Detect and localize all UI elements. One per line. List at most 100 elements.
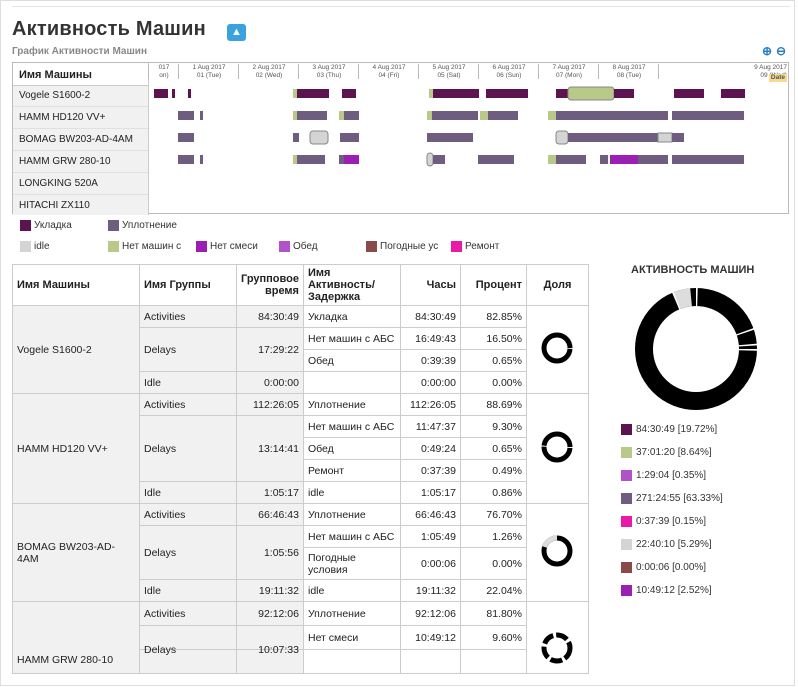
gantt-machine-label[interactable]: LONGKING 520A [13,173,148,195]
gantt-date: 3 Aug 2017 03 (Thu) [298,64,359,79]
summary-legend-item[interactable]: 37:01:20 [8.64%] [621,447,712,458]
legend-swatch [621,447,632,458]
hours-cell: 0:00:00 [399,371,461,394]
legend-swatch [108,220,119,231]
legend-swatch [20,241,31,252]
gantt-bar [344,133,359,142]
gantt-bar [339,155,344,164]
machine-cell: HAMM GRW 280-10 [12,601,140,674]
legend-swatch [621,562,632,573]
gantt-machine-label[interactable]: Vogele S1600-2 [13,85,148,107]
legend-label: 1:29:04 [0.35%] [636,470,707,481]
hours-cell: 1:05:49 [399,525,461,548]
group-cell: Delays [139,625,237,656]
share-donut [541,535,573,567]
group-cell: Idle [139,579,237,602]
gantt-bar [293,111,297,120]
legend-item[interactable]: Уплотнение [108,220,177,231]
group-cell: Activities [139,601,237,626]
gantt-bar [433,155,445,164]
hours-cell: 66:46:43 [399,503,461,526]
activity-cell: Нет смеси [302,625,401,650]
activity-table: Имя Машины Имя Группы Групповое время Им… [12,264,589,674]
legend-item[interactable]: Ремонт [451,241,499,252]
gantt-machine-label[interactable]: HAMM HD120 VV+ [13,107,148,129]
summary-legend-item[interactable]: 22:40:10 [5.29%] [621,539,712,550]
summary-legend-item[interactable]: 1:29:04 [0.35%] [621,470,706,481]
activity-cell: Нет машин с АБС [302,525,401,548]
gantt-bar [344,111,359,120]
col-header-share: Доля [525,264,589,306]
legend-label: Укладка [34,220,72,231]
hours-cell [399,649,461,674]
gantt-machine-label[interactable]: HITACHI ZX110 [13,195,148,217]
activity-cell: Уплотнение [302,601,401,626]
group-cell: Idle [139,371,237,394]
gantt-date: 5 Aug 2017 05 (Sat) [418,64,479,79]
col-header-group-time: Групповое время [236,264,304,306]
summary-legend-item[interactable]: 271:24:55 [63.33%] [621,493,723,504]
legend-item[interactable]: Обед [279,241,318,252]
legend-label: 271:24:55 [63.33%] [636,493,723,504]
machine-cell: Vogele S1600-2 [12,305,140,394]
hours-cell: 92:12:06 [399,601,461,626]
percent-cell: 88.69% [459,393,527,416]
chevron-up-icon[interactable]: ▲ [227,24,246,41]
gantt-names-header: Имя Машины [13,63,148,86]
percent-cell: 0.65% [459,349,527,372]
legend-item[interactable]: Нет смеси [196,241,258,252]
hours-cell: 19:11:32 [399,579,461,602]
group-cell: Activities [139,393,237,416]
gantt-bar [600,155,608,164]
gantt-bar [429,89,433,98]
group-time-cell: 0:00:00 [236,371,304,394]
legend-item[interactable]: Нет машин с [108,241,181,252]
machine-cell: BOMAG BW203-AD-4AM [12,503,140,602]
gantt-bar [178,155,194,164]
gantt-machine-label[interactable]: HAMM GRW 280-10 [13,151,148,173]
legend-label: 10:49:12 [2.52%] [636,585,712,596]
gantt-bar [486,89,528,98]
legend-item[interactable]: Погодные ус [366,241,438,252]
summary-legend-item[interactable]: 10:49:12 [2.52%] [621,585,712,596]
legend-label: 37:01:20 [8.64%] [636,447,712,458]
activity-cell: Нет машин с АБС [302,327,401,350]
percent-cell: 0.00% [459,547,527,580]
summary-legend-item[interactable]: 0:37:39 [0.15%] [621,516,706,527]
group-time-cell: 17:29:22 [236,327,304,372]
legend-swatch [621,470,632,481]
gantt-bar [339,111,344,120]
gantt-machine-label[interactable]: BOMAG BW203-AD-4AM [13,129,148,151]
gantt-bar [672,133,684,142]
legend-item[interactable]: idle [20,241,50,252]
legend-label: idle [34,241,50,252]
gantt-date: 8 Aug 2017 08 (Tue) [598,64,659,79]
gantt-bar [344,155,359,164]
gantt-bar [478,155,514,164]
group-cell: Delays [139,327,237,372]
activity-gantt: Имя Машины Vogele S1600-2 HAMM HD120 VV+… [12,62,789,217]
group-cell: Activities [139,503,237,526]
percent-cell: 9.60% [459,625,527,650]
percent-cell: 9.30% [459,415,527,438]
gantt-bar [297,155,325,164]
zoom-in-icon[interactable]: ⊕ [762,44,772,58]
gantt-bar [567,86,615,101]
activity-donut-chart [634,287,758,411]
gantt-bar [555,130,569,145]
legend-item[interactable]: Укладка [20,220,72,231]
group-cell: Idle [139,481,237,504]
gantt-bar [178,133,194,142]
group-time-cell: 66:46:43 [236,503,304,526]
zoom-out-icon[interactable]: ⊖ [776,44,786,58]
gantt-date-flag: Date [768,74,787,82]
gantt-bar [432,111,478,120]
legend-label: 0:37:39 [0.15%] [636,516,707,527]
summary-legend-item[interactable]: 84:30:49 [19.72%] [621,424,717,435]
col-header-machine: Имя Машины [12,264,140,306]
summary-legend-item[interactable]: 0:00:06 [0.00%] [621,562,706,573]
col-header-group: Имя Группы [139,264,237,306]
activity-cell: idle [302,481,401,504]
table-row: BOMAG BW203-AD-4AM Activities 66:46:43 У… [12,503,589,602]
legend-label: Уплотнение [122,220,177,231]
